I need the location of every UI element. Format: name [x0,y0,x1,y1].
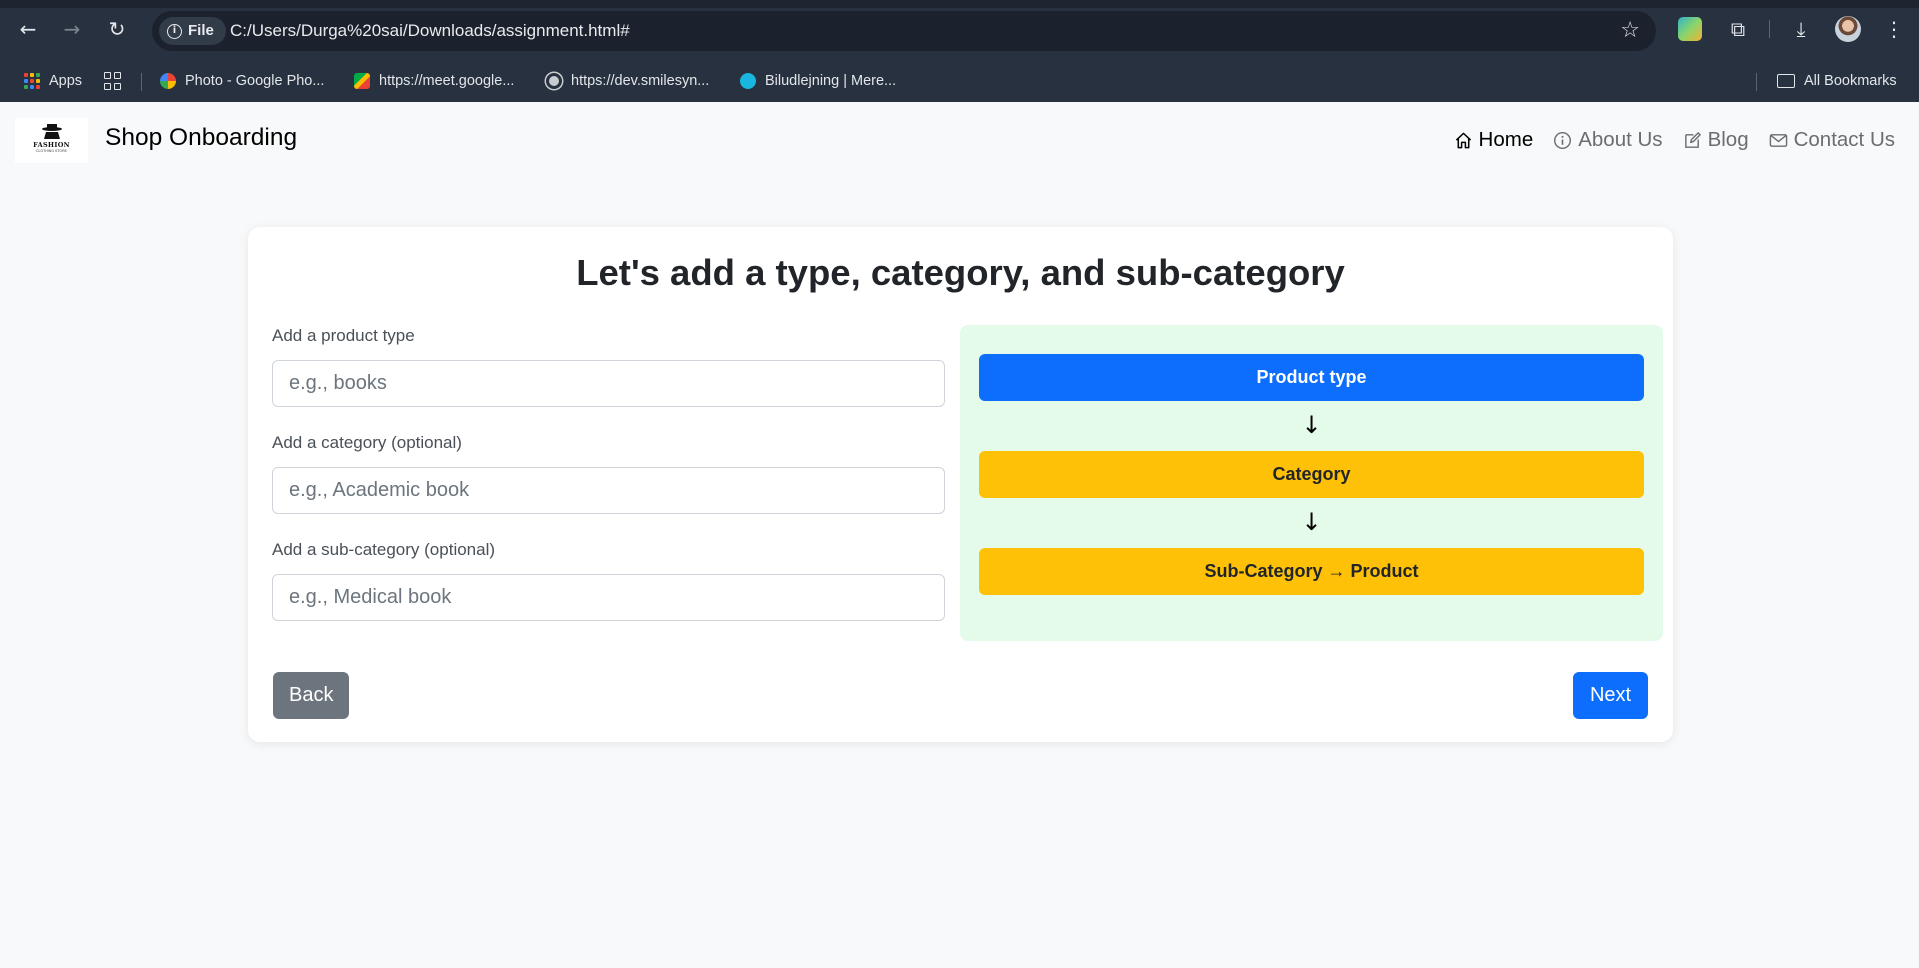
bookmark-meet[interactable]: https://meet.google... [354,60,514,102]
info-circle-icon [1554,131,1572,149]
nav-label: Contact Us [1793,128,1895,151]
bookmark-biludlejning[interactable]: Biludlejning | Mere... [740,60,896,102]
back-button[interactable]: Back [273,672,349,719]
address-bar[interactable]: i File C:/Users/Durga%20sai/Downloads/as… [152,11,1656,51]
nav-blog[interactable]: Blog [1683,128,1749,152]
logo[interactable]: FASHION CLOTHING STORE [15,118,88,163]
home-icon [1455,132,1471,148]
url-text[interactable]: C:/Users/Durga%20sai/Downloads/assignmen… [230,11,630,51]
bookmark-star-icon[interactable]: ☆ [1620,17,1640,45]
site-navbar: FASHION CLOTHING STORE Shop Onboarding H… [0,102,1919,178]
nav-home[interactable]: Home [1454,128,1534,152]
nav-about-us[interactable]: About Us [1553,128,1663,152]
bookmark-label: Apps [49,73,83,89]
bookmark-grid[interactable] [104,60,122,102]
grid-icon [104,72,122,90]
bookmark-divider [1756,73,1757,91]
nav-label: Blog [1707,128,1749,151]
tab-strip [0,0,1919,8]
category-box: Category [979,451,1644,498]
down-arrow-icon: ↓ [1301,508,1322,536]
site-info-chip[interactable]: i File [159,17,226,45]
down-arrow-icon: ↓ [1301,411,1322,439]
smiley-icon [740,73,756,89]
bookmark-divider [141,73,142,91]
puzzle-extensions-icon[interactable]: ⧉ [1724,15,1752,43]
bookmark-smilesyn[interactable]: https://dev.smilesyn... [546,60,709,102]
folder-icon [1777,74,1795,88]
next-button[interactable]: Next [1573,672,1648,719]
product-type-box: Product type [979,354,1644,401]
toolbar-divider [1769,20,1770,38]
browser-toolbar: ← → ↻ i File C:/Users/Durga%20sai/Downlo… [0,0,1919,60]
all-bookmarks-label: All Bookmarks [1804,73,1897,89]
bookmark-apps[interactable]: Apps [24,60,82,102]
nav-label: About Us [1578,128,1663,151]
file-chip-label: File [188,22,214,39]
envelope-icon [1769,133,1787,147]
page-title: Let's add a type, category, and sub-cate… [576,252,1345,293]
bookmark-label: Photo - Google Pho... [185,73,325,89]
nav-contact-us[interactable]: Contact Us [1769,128,1895,152]
category-input[interactable] [272,467,945,514]
sub-category-input[interactable] [272,574,945,621]
info-icon: i [167,23,182,39]
bookmark-label: https://meet.google... [379,73,515,89]
download-icon[interactable]: ⤓ [1787,15,1815,43]
back-arrow-icon[interactable]: ← [13,14,43,44]
category-label: Add a category (optional) [272,433,462,452]
nav-links: Home About Us Blog Contact Us [1454,128,1895,152]
product-type-input[interactable] [272,360,945,407]
globe-icon [546,73,562,89]
onboarding-card: Let's add a type, category, and sub-cate… [248,227,1673,742]
logo-text: FASHION [33,141,70,149]
forward-arrow-icon[interactable]: → [57,14,87,44]
bookmarks-bar: Apps Photo - Google Pho... https://meet.… [0,60,1919,102]
product-type-label: Add a product type [272,326,415,345]
sub-category-box: Sub-Category → Product [979,548,1644,595]
all-bookmarks[interactable]: All Bookmarks [1777,60,1897,102]
google-meet-icon [354,73,370,89]
hierarchy-diagram: Product type ↓ Category ↓ Sub-Category →… [960,325,1663,641]
bookmark-label: Biludlejning | Mere... [765,73,897,89]
bookmark-label: https://dev.smilesyn... [571,73,710,89]
bookmark-google-photos[interactable]: Photo - Google Pho... [160,60,324,102]
google-photos-icon [160,73,176,89]
nav-label: Home [1478,128,1534,151]
hat-figure-icon [42,124,62,139]
sub-category-label: Add a sub-category (optional) [272,540,496,559]
brand-title[interactable]: Shop Onboarding [105,124,297,152]
logo-subtext: CLOTHING STORE [35,149,68,153]
apps-grid-icon [24,73,40,89]
reload-icon[interactable]: ↻ [102,14,132,44]
profile-avatar[interactable] [1835,16,1861,42]
extension-icon[interactable] [1678,17,1702,41]
menu-dots-icon[interactable]: ⋮ [1880,15,1908,43]
edit-icon [1684,131,1701,148]
